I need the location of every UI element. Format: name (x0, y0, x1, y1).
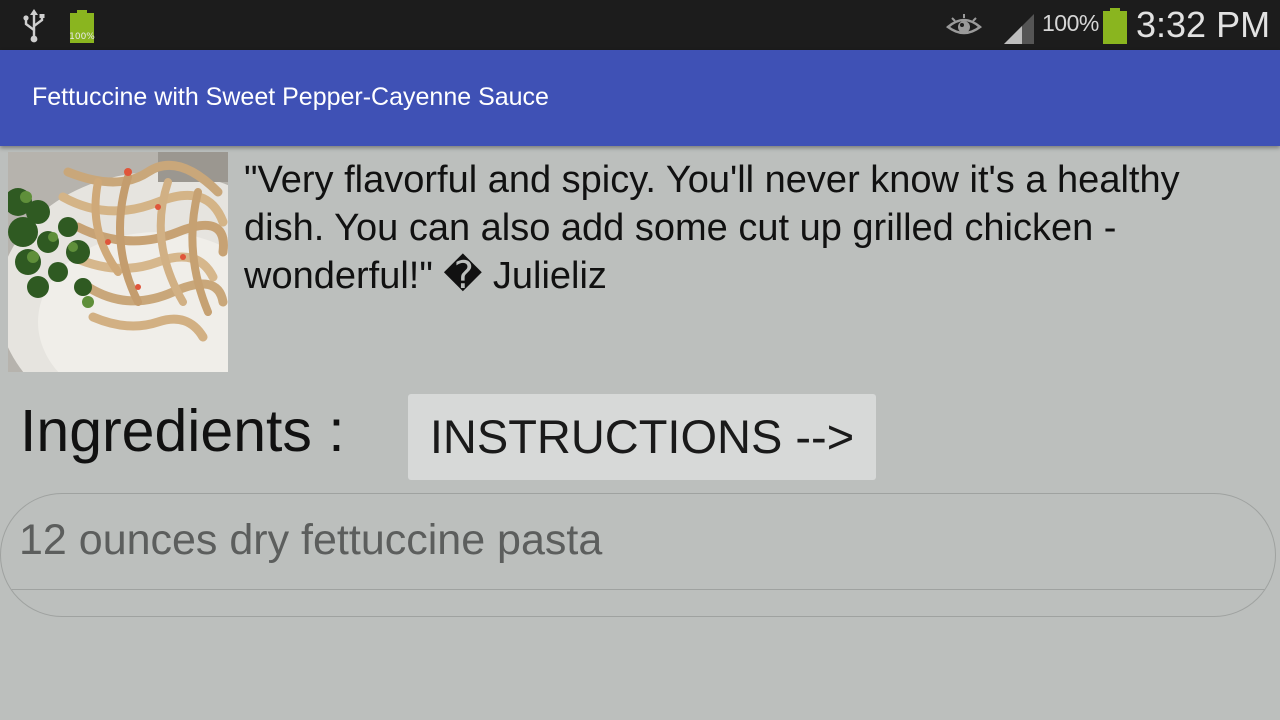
recipe-photo (8, 152, 228, 372)
eye-icon (946, 14, 982, 35)
app-bar: Fettuccine with Sweet Pepper-Cayenne Sau… (0, 50, 1280, 146)
clock: 3:32 PM (1136, 4, 1271, 45)
instructions-button[interactable]: INSTRUCTIONS --> (408, 394, 876, 480)
recipe-quote: "Very flavorful and spicy. You'll never … (244, 159, 1180, 297)
ingredients-heading: Ingredients : (20, 398, 345, 464)
list-item[interactable]: 12 ounces dry fettuccine pasta (19, 516, 602, 565)
signal-icon (1004, 14, 1034, 44)
ingredients-list[interactable]: 12 ounces dry fettuccine pasta (0, 493, 1276, 617)
usb-icon (23, 9, 45, 43)
page-title: Fettuccine with Sweet Pepper-Cayenne Sau… (32, 83, 549, 111)
small-battery-label: 100% (69, 32, 95, 42)
battery-percent: 100% (1042, 10, 1099, 36)
list-divider (1, 589, 1275, 590)
status-bar: 100% 100% 3:32 PM (0, 0, 1280, 50)
battery-icon (1103, 8, 1127, 44)
